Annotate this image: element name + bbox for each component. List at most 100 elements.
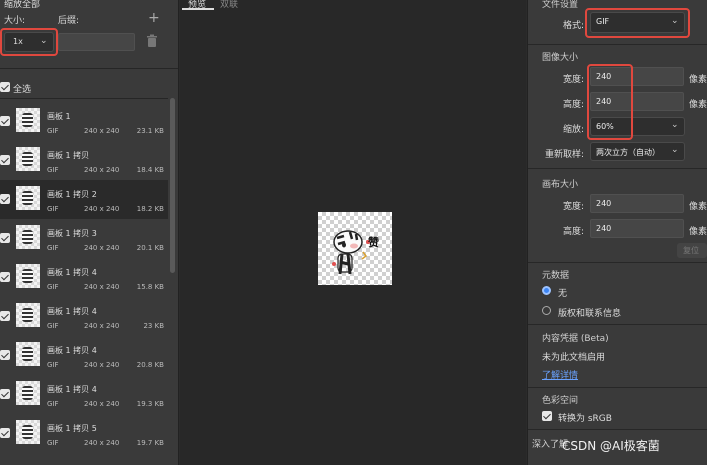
select-all-checkbox[interactable] <box>0 82 10 92</box>
item-size: 20.1 KB <box>136 244 164 252</box>
row-checkbox[interactable] <box>0 194 10 204</box>
divider <box>528 324 707 325</box>
suffix-input[interactable] <box>58 33 135 51</box>
row-checkbox[interactable] <box>0 311 10 321</box>
resample-label: 重新取样: <box>544 150 584 160</box>
item-format: GIF <box>47 400 59 408</box>
list-item[interactable]: 画板 1 拷贝 4 GIF 240 x 240 15.8 KB <box>0 258 168 297</box>
item-dims: 240 x 240 <box>84 439 120 447</box>
restore-button[interactable]: 复位 <box>677 243 707 258</box>
content-credentials-title: 内容凭据 (Beta) <box>542 334 609 344</box>
zebra-illustration <box>332 230 370 275</box>
metadata-none-radio[interactable] <box>542 286 551 295</box>
color-space-title: 色彩空间 <box>542 396 579 406</box>
thumbnail <box>16 303 40 327</box>
list-item[interactable]: 画板 1 拷贝 GIF 240 x 240 18.4 KB <box>0 141 168 180</box>
resample-value: 两次立方（自动） <box>596 148 660 157</box>
item-format: GIF <box>47 283 59 291</box>
row-checkbox[interactable] <box>0 389 10 399</box>
canvas-width-label: 宽度: <box>562 202 584 212</box>
item-size: 19.3 KB <box>136 400 164 408</box>
highlight-box-scale <box>0 28 58 56</box>
item-dims: 240 x 240 <box>84 400 120 408</box>
export-list-panel: 缩放全部 大小: 后缀: + 1x ⌄ 全选 画板 1 GIF 240 x 24… <box>0 0 179 465</box>
item-size: 19.7 KB <box>136 439 164 447</box>
row-checkbox[interactable] <box>0 272 10 282</box>
item-format: GIF <box>47 244 59 252</box>
divider <box>528 429 707 430</box>
item-name: 画板 1 拷贝 4 <box>47 385 97 394</box>
suffix-label: 后缀: <box>58 16 80 26</box>
thumbnail <box>16 381 40 405</box>
divider <box>528 387 707 388</box>
list-item[interactable]: 画板 1 拷贝 3 GIF 240 x 240 20.1 KB <box>0 219 168 258</box>
item-dims: 240 x 240 <box>84 322 120 330</box>
item-format: GIF <box>47 205 59 213</box>
list-scrollbar[interactable] <box>170 98 175 273</box>
thumbnail <box>16 264 40 288</box>
image-size-title: 图像大小 <box>542 53 579 63</box>
metadata-copyright-radio[interactable] <box>542 306 551 315</box>
highlight-box-format <box>585 8 690 38</box>
list-item[interactable]: 画板 1 拷贝 4 GIF 240 x 240 23 KB <box>0 297 168 336</box>
thumbnail <box>16 147 40 171</box>
item-dims: 240 x 240 <box>84 361 120 369</box>
not-enabled-text: 未为此文档启用 <box>542 353 606 363</box>
tab-dual[interactable]: 双联 <box>220 0 238 10</box>
item-size: 18.2 KB <box>136 205 164 213</box>
list-item[interactable]: 画板 1 拷贝 5 GIF 240 x 240 19.7 KB <box>0 414 168 453</box>
scale-all-title: 缩放全部 <box>4 0 41 10</box>
preview-area: 预览 双联 赞 <box>180 0 526 465</box>
trash-icon[interactable] <box>146 34 158 48</box>
canvas-width-value: 240 <box>596 199 612 208</box>
list-item-selected[interactable]: 画板 1 拷贝 2 GIF 240 x 240 18.2 KB <box>0 180 168 219</box>
convert-srgb-label: 转换为 sRGB <box>558 414 612 424</box>
list-item[interactable]: 画板 1 拷贝 4 GIF 240 x 240 19.3 KB <box>0 375 168 414</box>
divider <box>0 98 168 99</box>
preview-image: 赞 <box>318 212 392 285</box>
resample-select[interactable]: 两次立方（自动） ⌄ <box>590 142 685 161</box>
row-checkbox[interactable] <box>0 350 10 360</box>
item-format: GIF <box>47 127 59 135</box>
height-label: 高度: <box>562 100 584 110</box>
settings-panel: 文件设置 格式: GIF ⌄ 图像大小 宽度: 240 像素 高度: 240 像… <box>527 0 707 465</box>
item-name: 画板 1 拷贝 5 <box>47 424 97 433</box>
row-checkbox[interactable] <box>0 155 10 165</box>
active-tab-indicator <box>182 8 214 10</box>
highlight-box-size <box>587 64 633 140</box>
row-checkbox[interactable] <box>0 116 10 126</box>
row-checkbox[interactable] <box>0 233 10 243</box>
item-name: 画板 1 拷贝 2 <box>47 190 97 199</box>
item-format: GIF <box>47 439 59 447</box>
canvas-height-value: 240 <box>596 224 612 233</box>
item-size: 23 KB <box>143 322 164 330</box>
canvas-height-input[interactable]: 240 <box>590 219 684 238</box>
canvas-width-input[interactable]: 240 <box>590 194 684 213</box>
item-size: 20.8 KB <box>136 361 164 369</box>
add-scale-icon[interactable]: + <box>148 10 160 26</box>
watermark-text: CSDN @AI极客菌 <box>562 439 660 453</box>
item-name: 画板 1 拷贝 3 <box>47 229 97 238</box>
row-checkbox[interactable] <box>0 428 10 438</box>
item-dims: 240 x 240 <box>84 127 120 135</box>
chevron-down-icon: ⌄ <box>671 145 679 155</box>
item-format: GIF <box>47 166 59 174</box>
learn-more-link[interactable]: 了解详情 <box>542 368 578 381</box>
list-item[interactable]: 画板 1 GIF 240 x 240 23.1 KB <box>0 102 168 141</box>
item-format: GIF <box>47 361 59 369</box>
width-label: 宽度: <box>562 75 584 85</box>
thumbnail <box>16 342 40 366</box>
thumbnail <box>16 225 40 249</box>
canvas-height-label: 高度: <box>562 227 584 237</box>
canvas-size-title: 画布大小 <box>542 180 579 190</box>
item-dims: 240 x 240 <box>84 205 120 213</box>
format-label: 格式: <box>562 21 584 31</box>
item-size: 15.8 KB <box>136 283 164 291</box>
convert-srgb-checkbox[interactable] <box>542 411 552 421</box>
praise-glyph: 赞 <box>368 236 379 249</box>
metadata-title: 元数据 <box>542 271 570 281</box>
divider <box>528 168 707 169</box>
list-item[interactable]: 画板 1 拷贝 4 GIF 240 x 240 20.8 KB <box>0 336 168 375</box>
item-dims: 240 x 240 <box>84 166 120 174</box>
thumbnail <box>16 108 40 132</box>
